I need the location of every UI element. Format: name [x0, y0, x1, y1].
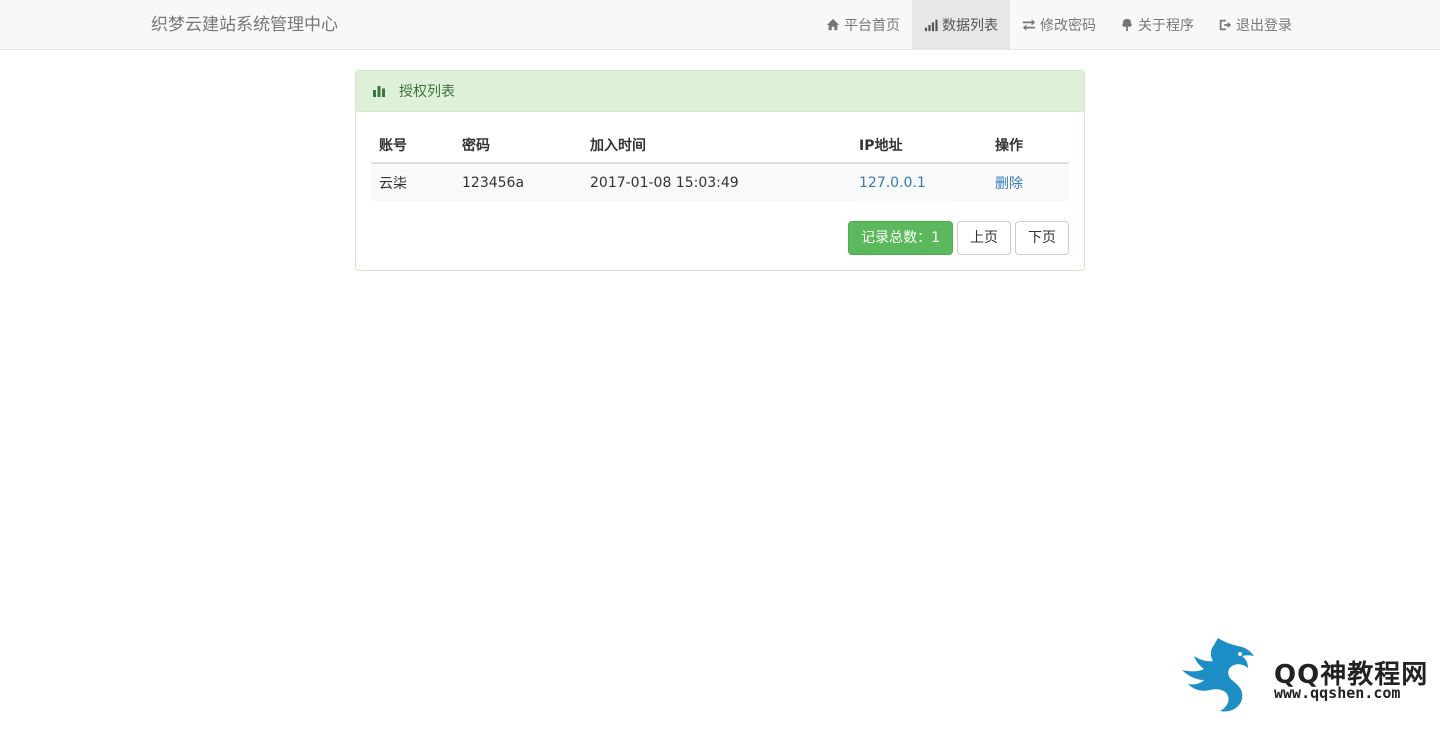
nav-item-data-list[interactable]: 数据列表	[912, 0, 1010, 50]
watermark-url: www.qqshen.com	[1274, 684, 1401, 702]
nav-item-label: 修改密码	[1040, 18, 1096, 34]
nav-item-label: 退出登录	[1236, 18, 1292, 34]
panel-heading: 授权列表	[356, 71, 1084, 112]
nav-item-label: 平台首页	[844, 18, 900, 34]
nav-item-about[interactable]: 关于程序	[1108, 0, 1206, 50]
auth-table: 账号 密码 加入时间 IP地址 操作 云柒 123456a 2017-01-08…	[371, 127, 1069, 201]
table-header-row: 账号 密码 加入时间 IP地址 操作	[371, 127, 1069, 164]
ip-link[interactable]: 127.0.0.1	[859, 175, 926, 191]
cell-account: 云柒	[371, 163, 454, 201]
next-page-button[interactable]: 下页	[1015, 221, 1069, 255]
nav-item-home[interactable]: 平台首页	[814, 0, 912, 50]
panel-title: 授权列表	[399, 84, 455, 100]
pagination: 记录总数：1 上页 下页	[848, 221, 1069, 255]
main-nav: 平台首页 数据列表 修改密码 关于程序 退出登录	[814, 0, 1304, 50]
home-icon	[826, 18, 840, 31]
nav-item-label: 数据列表	[942, 18, 998, 34]
site-watermark: QQ神教程网 www.qqshen.com	[1180, 636, 1430, 716]
table-row: 云柒 123456a 2017-01-08 15:03:49 127.0.0.1…	[371, 163, 1069, 201]
header-password: 密码	[454, 127, 582, 164]
cell-ip: 127.0.0.1	[851, 163, 987, 201]
cell-action: 删除	[987, 163, 1069, 201]
record-count-button[interactable]: 记录总数：1	[848, 221, 953, 255]
header-action: 操作	[987, 127, 1069, 164]
nav-item-label: 关于程序	[1138, 18, 1194, 34]
dragon-logo-icon	[1182, 638, 1254, 712]
header-account: 账号	[371, 127, 454, 164]
logout-icon	[1219, 19, 1232, 31]
prev-page-button[interactable]: 上页	[957, 221, 1011, 255]
stats-icon	[373, 86, 385, 97]
panel-body: 账号 密码 加入时间 IP地址 操作 云柒 123456a 2017-01-08…	[356, 112, 1084, 216]
cell-password: 123456a	[454, 163, 582, 201]
signal-icon	[924, 19, 938, 32]
brand-title[interactable]: 织梦云建站系统管理中心	[151, 0, 338, 50]
top-navbar: 织梦云建站系统管理中心 平台首页 数据列表 修改密码 关于程序 退出登录	[0, 0, 1440, 50]
tree-icon	[1122, 18, 1132, 32]
cell-joined: 2017-01-08 15:03:49	[582, 163, 851, 201]
header-ip: IP地址	[851, 127, 987, 164]
nav-item-logout[interactable]: 退出登录	[1206, 0, 1304, 50]
delete-link[interactable]: 删除	[995, 176, 1023, 192]
transfer-icon	[1022, 19, 1036, 31]
nav-item-change-password[interactable]: 修改密码	[1010, 0, 1108, 50]
header-joined: 加入时间	[582, 127, 851, 164]
auth-list-panel: 授权列表 账号 密码 加入时间 IP地址 操作 云柒 123456a 2017-…	[355, 70, 1085, 271]
